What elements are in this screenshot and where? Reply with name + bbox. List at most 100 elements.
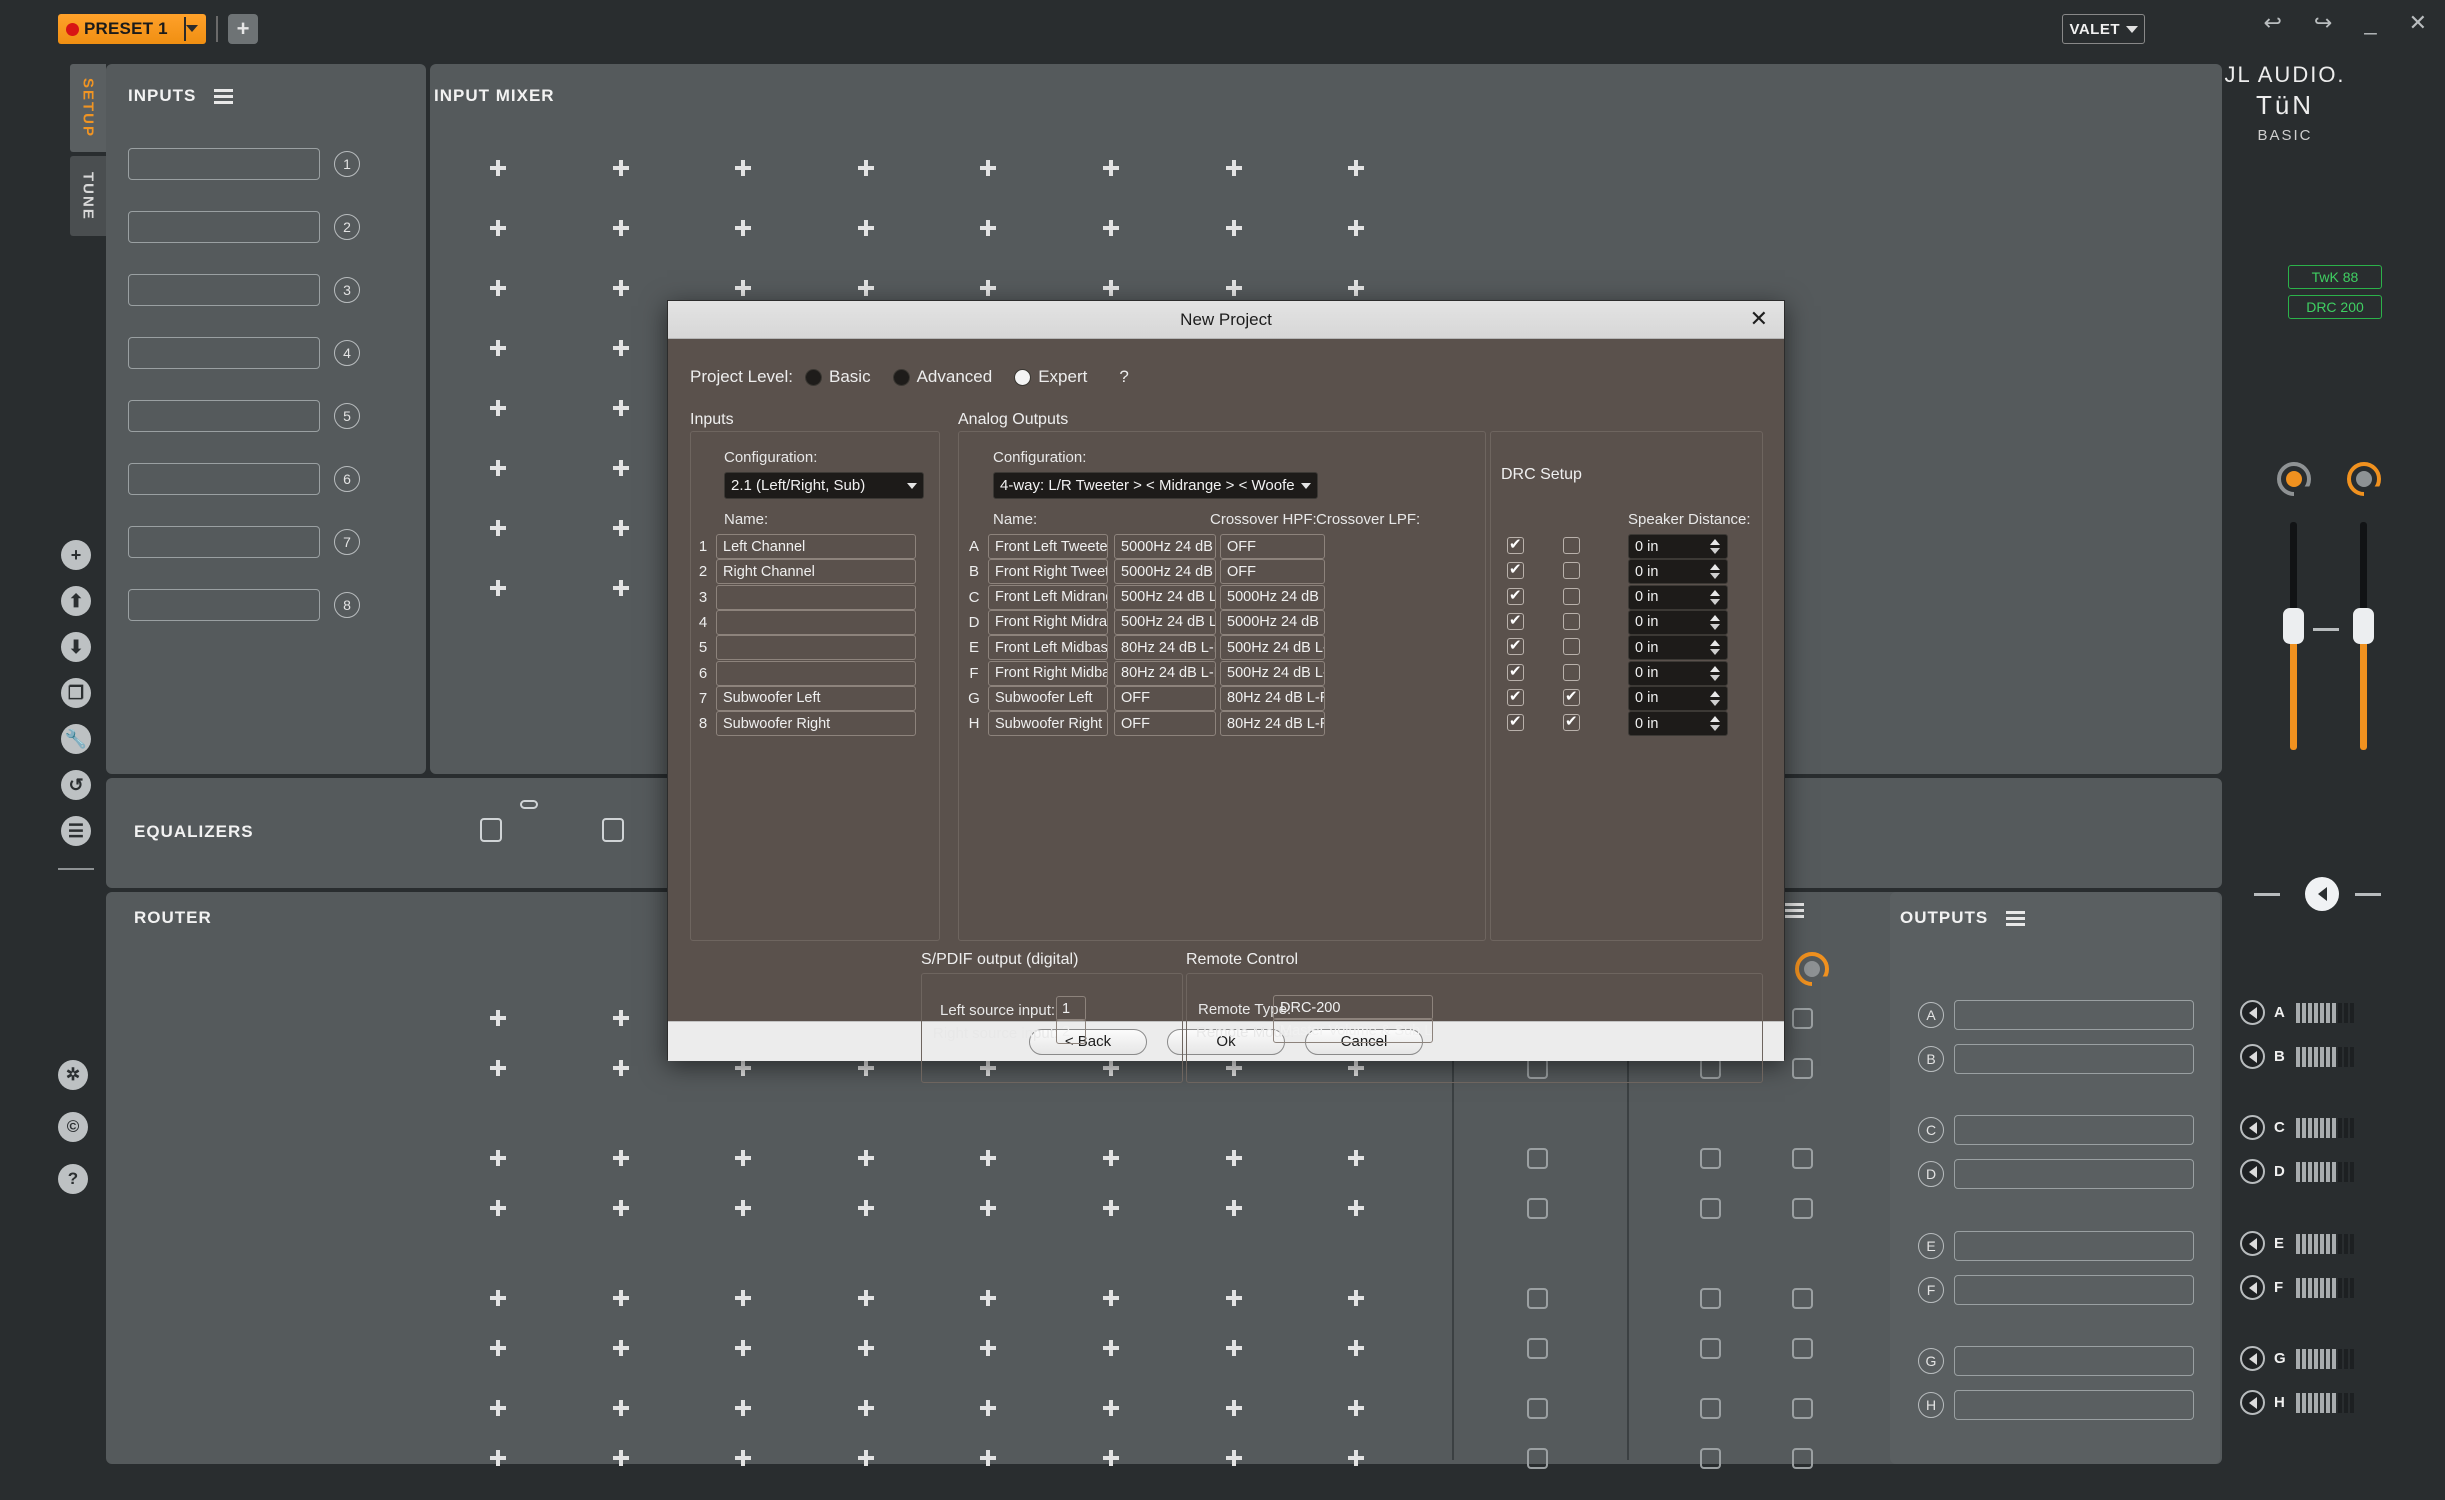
mixer-plus-cell[interactable] <box>980 280 996 296</box>
router-plus-cell[interactable] <box>613 1200 629 1216</box>
dialog-output-lpf-field[interactable]: 500Hz 24 dB L-R <box>1220 660 1325 686</box>
dialog-input-name-field[interactable] <box>716 660 916 686</box>
router-plus-cell[interactable] <box>490 1290 506 1306</box>
hamburger-icon[interactable] <box>1785 903 1804 919</box>
mixer-plus-cell[interactable] <box>613 520 629 536</box>
dialog-output-lpf-field[interactable]: 5000Hz 24 dB L-R <box>1220 584 1325 610</box>
router-checkbox[interactable] <box>1700 1398 1721 1419</box>
dialog-drc-checkbox-2[interactable] <box>1563 638 1580 656</box>
router-plus-cell[interactable] <box>1348 1290 1364 1306</box>
reset-icon[interactable]: ↺ <box>61 770 91 800</box>
mixer-plus-cell[interactable] <box>1103 280 1119 296</box>
equalizer-toggle[interactable] <box>480 818 502 842</box>
router-plus-cell[interactable] <box>735 1200 751 1216</box>
mute-icon[interactable] <box>2240 1231 2265 1256</box>
router-plus-cell[interactable] <box>1348 1150 1364 1166</box>
stepper-up-icon[interactable] <box>1710 589 1720 596</box>
router-checkbox[interactable] <box>1700 1448 1721 1469</box>
dialog-output-lpf-field[interactable]: OFF <box>1220 534 1325 559</box>
dialog-drc-checkbox-1[interactable] <box>1507 687 1524 706</box>
stepper-up-icon[interactable] <box>1710 614 1720 621</box>
router-checkbox[interactable] <box>1527 1198 1548 1219</box>
router-plus-cell[interactable] <box>1103 1450 1119 1466</box>
router-plus-cell[interactable] <box>613 1290 629 1306</box>
mixer-plus-cell[interactable] <box>613 280 629 296</box>
dialog-output-hpf-field[interactable]: 5000Hz 24 dB L-R <box>1114 534 1216 559</box>
dialog-drc-checkbox-1[interactable] <box>1507 535 1524 554</box>
outputs-configuration-select[interactable]: 4-way: L/R Tweeter > < Midrange > < Woof… <box>993 472 1318 499</box>
input-name-field[interactable] <box>128 589 320 621</box>
dialog-speaker-distance-stepper[interactable]: 0 in <box>1628 635 1728 661</box>
close-icon[interactable]: ✕ <box>2409 12 2427 34</box>
dialog-drc-checkbox-2[interactable] <box>1563 687 1580 706</box>
stepper-down-icon[interactable] <box>1710 649 1720 656</box>
router-plus-cell[interactable] <box>1348 1450 1364 1466</box>
sub-level-knob[interactable] <box>2347 462 2381 496</box>
dialog-output-name-field[interactable]: Front Left Midbass <box>988 635 1108 661</box>
router-checkbox[interactable] <box>1527 1288 1548 1309</box>
input-name-field[interactable] <box>128 400 320 432</box>
dialog-input-name-field[interactable]: Subwoofer Right <box>716 711 916 737</box>
copy-icon[interactable]: ❐ <box>61 678 91 708</box>
router-plus-cell[interactable] <box>490 1150 506 1166</box>
mixer-plus-cell[interactable] <box>613 460 629 476</box>
mixer-plus-cell[interactable] <box>1103 160 1119 176</box>
copyright-icon[interactable]: © <box>58 1112 88 1142</box>
mixer-plus-cell[interactable] <box>1226 160 1242 176</box>
router-plus-cell[interactable] <box>980 1290 996 1306</box>
dialog-input-name-field[interactable]: Subwoofer Left <box>716 685 916 711</box>
router-plus-cell[interactable] <box>1348 1200 1364 1216</box>
tab-tune[interactable]: TUNE <box>70 156 106 236</box>
remote-type-field[interactable]: DRC-200 <box>1273 995 1433 1020</box>
minimize-icon[interactable]: _ <box>2364 12 2376 34</box>
dialog-drc-checkbox-2[interactable] <box>1563 587 1580 605</box>
mixer-plus-cell[interactable] <box>490 460 506 476</box>
mixer-plus-cell[interactable] <box>490 340 506 356</box>
close-icon[interactable]: ✕ <box>1750 308 1768 330</box>
hamburger-icon[interactable] <box>2005 911 2025 927</box>
router-checkbox[interactable] <box>1792 1288 1813 1309</box>
stepper-up-icon[interactable] <box>1710 640 1720 647</box>
router-plus-cell[interactable] <box>1103 1150 1119 1166</box>
dialog-output-hpf-field[interactable]: 5000Hz 24 dB L-R <box>1114 559 1216 585</box>
dialog-speaker-distance-stepper[interactable]: 0 in <box>1628 685 1728 711</box>
radio-expert[interactable] <box>1014 368 1032 386</box>
help-icon[interactable]: ? <box>58 1164 88 1194</box>
router-plus-cell[interactable] <box>735 1150 751 1166</box>
equalizer-toggle[interactable] <box>602 818 624 842</box>
output-name-field[interactable] <box>1954 1390 2194 1420</box>
router-checkbox[interactable] <box>1700 1338 1721 1359</box>
mixer-plus-cell[interactable] <box>858 220 874 236</box>
spdif-right-input[interactable]: 2 <box>1056 1019 1086 1044</box>
router-plus-cell[interactable] <box>980 1200 996 1216</box>
dialog-input-name-field[interactable]: Left Channel <box>716 534 916 559</box>
dialog-drc-checkbox-2[interactable] <box>1563 562 1580 580</box>
mixer-plus-cell[interactable] <box>613 400 629 416</box>
dialog-output-hpf-field[interactable]: OFF <box>1114 685 1216 711</box>
mixer-plus-cell[interactable] <box>490 520 506 536</box>
dialog-drc-checkbox-1[interactable] <box>1507 636 1524 656</box>
output-name-field[interactable] <box>1954 1115 2194 1145</box>
router-checkbox[interactable] <box>1527 1398 1548 1419</box>
mixer-plus-cell[interactable] <box>735 220 751 236</box>
router-checkbox[interactable] <box>1792 1198 1813 1219</box>
router-plus-cell[interactable] <box>490 1400 506 1416</box>
router-plus-cell[interactable] <box>1226 1340 1242 1356</box>
router-plus-cell[interactable] <box>735 1060 751 1076</box>
speaker-icon[interactable] <box>2305 877 2339 911</box>
dialog-output-lpf-field[interactable]: OFF <box>1220 559 1325 585</box>
master-volume-knob[interactable] <box>2277 462 2311 496</box>
mixer-plus-cell[interactable] <box>1348 220 1364 236</box>
router-plus-cell[interactable] <box>980 1150 996 1166</box>
dialog-output-hpf-field[interactable]: 80Hz 24 dB L-R <box>1114 635 1216 661</box>
add-preset-button[interactable]: + <box>228 14 258 44</box>
router-plus-cell[interactable] <box>858 1150 874 1166</box>
dialog-output-name-field[interactable]: Front Left Midrange <box>988 584 1108 610</box>
router-plus-cell[interactable] <box>980 1340 996 1356</box>
mixer-plus-cell[interactable] <box>490 280 506 296</box>
mixer-plus-cell[interactable] <box>613 580 629 596</box>
router-checkbox[interactable] <box>1792 1058 1813 1079</box>
stepper-up-icon[interactable] <box>1710 564 1720 571</box>
router-checkbox[interactable] <box>1527 1148 1548 1169</box>
mixer-plus-cell[interactable] <box>735 160 751 176</box>
